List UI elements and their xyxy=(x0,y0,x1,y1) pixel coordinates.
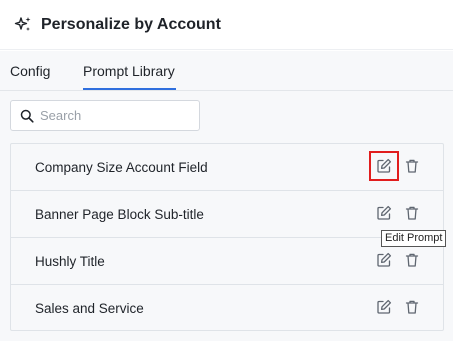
list-item[interactable]: Banner Page Block Sub-title xyxy=(11,191,443,238)
sparkle-icon xyxy=(13,15,33,35)
edit-icon[interactable] xyxy=(375,251,393,269)
row-actions xyxy=(369,151,421,181)
trash-icon[interactable] xyxy=(403,204,421,222)
row-actions xyxy=(375,251,421,269)
trash-icon[interactable] xyxy=(403,157,421,175)
edit-icon[interactable] xyxy=(369,151,399,181)
prompt-label: Hushly Title xyxy=(35,253,105,269)
panel-header: Personalize by Account xyxy=(0,0,453,50)
prompt-label: Company Size Account Field xyxy=(35,159,208,175)
edit-icon[interactable] xyxy=(375,298,393,316)
list-item[interactable]: Hushly Title xyxy=(11,238,443,285)
tab-bar: Config Prompt Library xyxy=(0,51,453,91)
search-input[interactable] xyxy=(40,108,190,123)
search-icon xyxy=(20,109,34,123)
list-item[interactable]: Company Size Account Field xyxy=(11,144,443,191)
tab-config[interactable]: Config xyxy=(10,63,50,79)
row-actions xyxy=(375,298,421,316)
trash-icon[interactable] xyxy=(403,251,421,269)
panel-title: Personalize by Account xyxy=(41,15,221,33)
active-tab-indicator xyxy=(83,88,176,90)
edit-icon[interactable] xyxy=(375,204,393,222)
tab-prompt-library[interactable]: Prompt Library xyxy=(83,63,175,79)
prompt-list: Company Size Account Field Banner Page B… xyxy=(10,143,444,331)
edit-prompt-tooltip: Edit Prompt xyxy=(381,230,447,247)
row-actions xyxy=(375,204,421,222)
prompt-library-panel: Config Prompt Library Company Size Accou… xyxy=(0,51,453,341)
list-item[interactable]: Sales and Service xyxy=(11,285,443,332)
prompt-label: Sales and Service xyxy=(35,301,144,316)
trash-icon[interactable] xyxy=(403,298,421,316)
search-box[interactable] xyxy=(10,100,200,131)
prompt-label: Banner Page Block Sub-title xyxy=(35,206,204,222)
personalize-panel: Personalize by Account Config Prompt Lib… xyxy=(0,0,453,341)
